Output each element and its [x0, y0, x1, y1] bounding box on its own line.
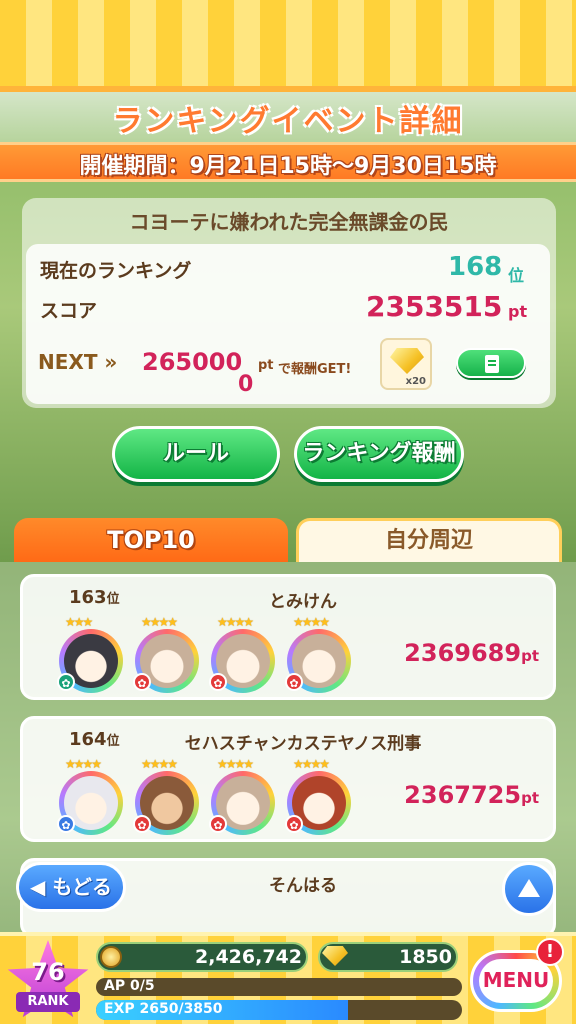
player-rank: 76 — [31, 958, 65, 986]
next-extra: 0 — [238, 372, 254, 397]
entry-rank: 164位 — [69, 729, 120, 750]
next-value: 265000 — [142, 348, 243, 376]
next-label: NEXT » — [38, 350, 118, 374]
attribute-icon: ✿ — [57, 673, 75, 691]
score-unit: pt — [508, 302, 528, 321]
ranking-entry-1[interactable]: 163位 とみけん ★★★ ✿ ★★★★ ✿ ★★★★ ✿ ★★★★ ✿ 236… — [20, 574, 556, 700]
star-rating-icon: ★★★★ — [141, 757, 178, 771]
attribute-icon: ✿ — [57, 815, 75, 833]
ranking-value: 168 — [448, 252, 503, 282]
tab-top10[interactable]: TOP10 — [14, 518, 288, 562]
friend-avatar[interactable]: ★★★ ✿ — [57, 615, 123, 693]
top-stripes-decoration — [0, 0, 576, 92]
star-rating-icon: ★★★★ — [293, 615, 330, 629]
entry-rank: 163位 — [69, 587, 120, 608]
star-rating-icon: ★★★★ — [217, 757, 254, 771]
tab-nearby[interactable]: 自分周辺 — [296, 518, 562, 562]
ranking-unit: 位 — [508, 266, 525, 285]
star-rating-icon: ★★★★ — [293, 757, 330, 771]
coin-value: 2,426,742 — [195, 946, 302, 968]
memo-icon — [485, 355, 499, 373]
attribute-icon: ✿ — [285, 673, 303, 691]
entry-name: とみけん — [269, 592, 337, 612]
attribute-icon: ✿ — [209, 815, 227, 833]
friend-avatar[interactable]: ★★★★ ✿ — [133, 615, 199, 693]
menu-label[interactable]: MENU — [470, 968, 562, 992]
score-value: 2353515 — [366, 290, 503, 323]
ranking-label: 現在のランキング — [40, 260, 192, 282]
entry-score: 2367725pt — [404, 781, 539, 809]
attribute-icon: ✿ — [133, 673, 151, 691]
star-rating-icon: ★★★★ — [217, 615, 254, 629]
ap-value: AP 0/5 — [104, 978, 155, 994]
entry-name: セハスチャンカステヤノス刑事 — [184, 734, 422, 754]
rules-button[interactable]: ルール — [112, 426, 280, 482]
friend-avatar[interactable]: ★★★★ ✿ — [209, 757, 275, 835]
friend-avatar[interactable]: ★★★★ ✿ — [133, 757, 199, 835]
player-name: コヨーテに嫌われた完全無課金の民 — [129, 210, 449, 234]
entry-score: 2369689pt — [404, 639, 539, 667]
coin-icon — [100, 946, 122, 968]
entry-name: そんはる — [269, 876, 337, 896]
score-label: スコア — [40, 300, 98, 322]
star-rating-icon: ★★★ — [65, 615, 93, 629]
back-button[interactable]: ◀ もどる — [16, 862, 126, 912]
next-suffix: で報酬GET! — [278, 362, 352, 377]
star-rating-icon: ★★★★ — [65, 757, 102, 771]
friend-avatar[interactable]: ★★★★ ✿ — [209, 615, 275, 693]
reward-list-button[interactable] — [456, 348, 526, 378]
scroll-top-button[interactable] — [502, 862, 556, 916]
exp-value: EXP 2650/3850 — [104, 1001, 223, 1017]
ranking-entry-2[interactable]: 164位 セハスチャンカステヤノス刑事 ★★★★ ✿ ★★★★ ✿ ★★★★ ✿… — [20, 716, 556, 842]
gem-icon — [390, 348, 424, 374]
notification-badge: ! — [536, 938, 564, 966]
star-rating-icon: ★★★★ — [141, 615, 178, 629]
friend-avatar[interactable]: ★★★★ ✿ — [57, 757, 123, 835]
event-period: 開催期間：9月21日15時〜9月30日15時 — [79, 154, 497, 179]
arrow-up-icon — [518, 879, 540, 897]
page-title: ランキングイベント詳細 — [112, 104, 464, 139]
attribute-icon: ✿ — [209, 673, 227, 691]
attribute-icon: ✿ — [285, 815, 303, 833]
ranking-reward-button[interactable]: ランキング報酬 — [294, 426, 464, 482]
friend-avatar[interactable]: ★★★★ ✿ — [285, 615, 351, 693]
rank-label: RANK — [16, 992, 80, 1012]
friend-avatar[interactable]: ★★★★ ✿ — [285, 757, 351, 835]
gem-value: 1850 — [399, 946, 452, 968]
reward-item[interactable]: x20 — [380, 338, 432, 390]
next-unit: pt — [258, 358, 274, 373]
attribute-icon: ✿ — [133, 815, 151, 833]
reward-count: x20 — [405, 376, 426, 387]
